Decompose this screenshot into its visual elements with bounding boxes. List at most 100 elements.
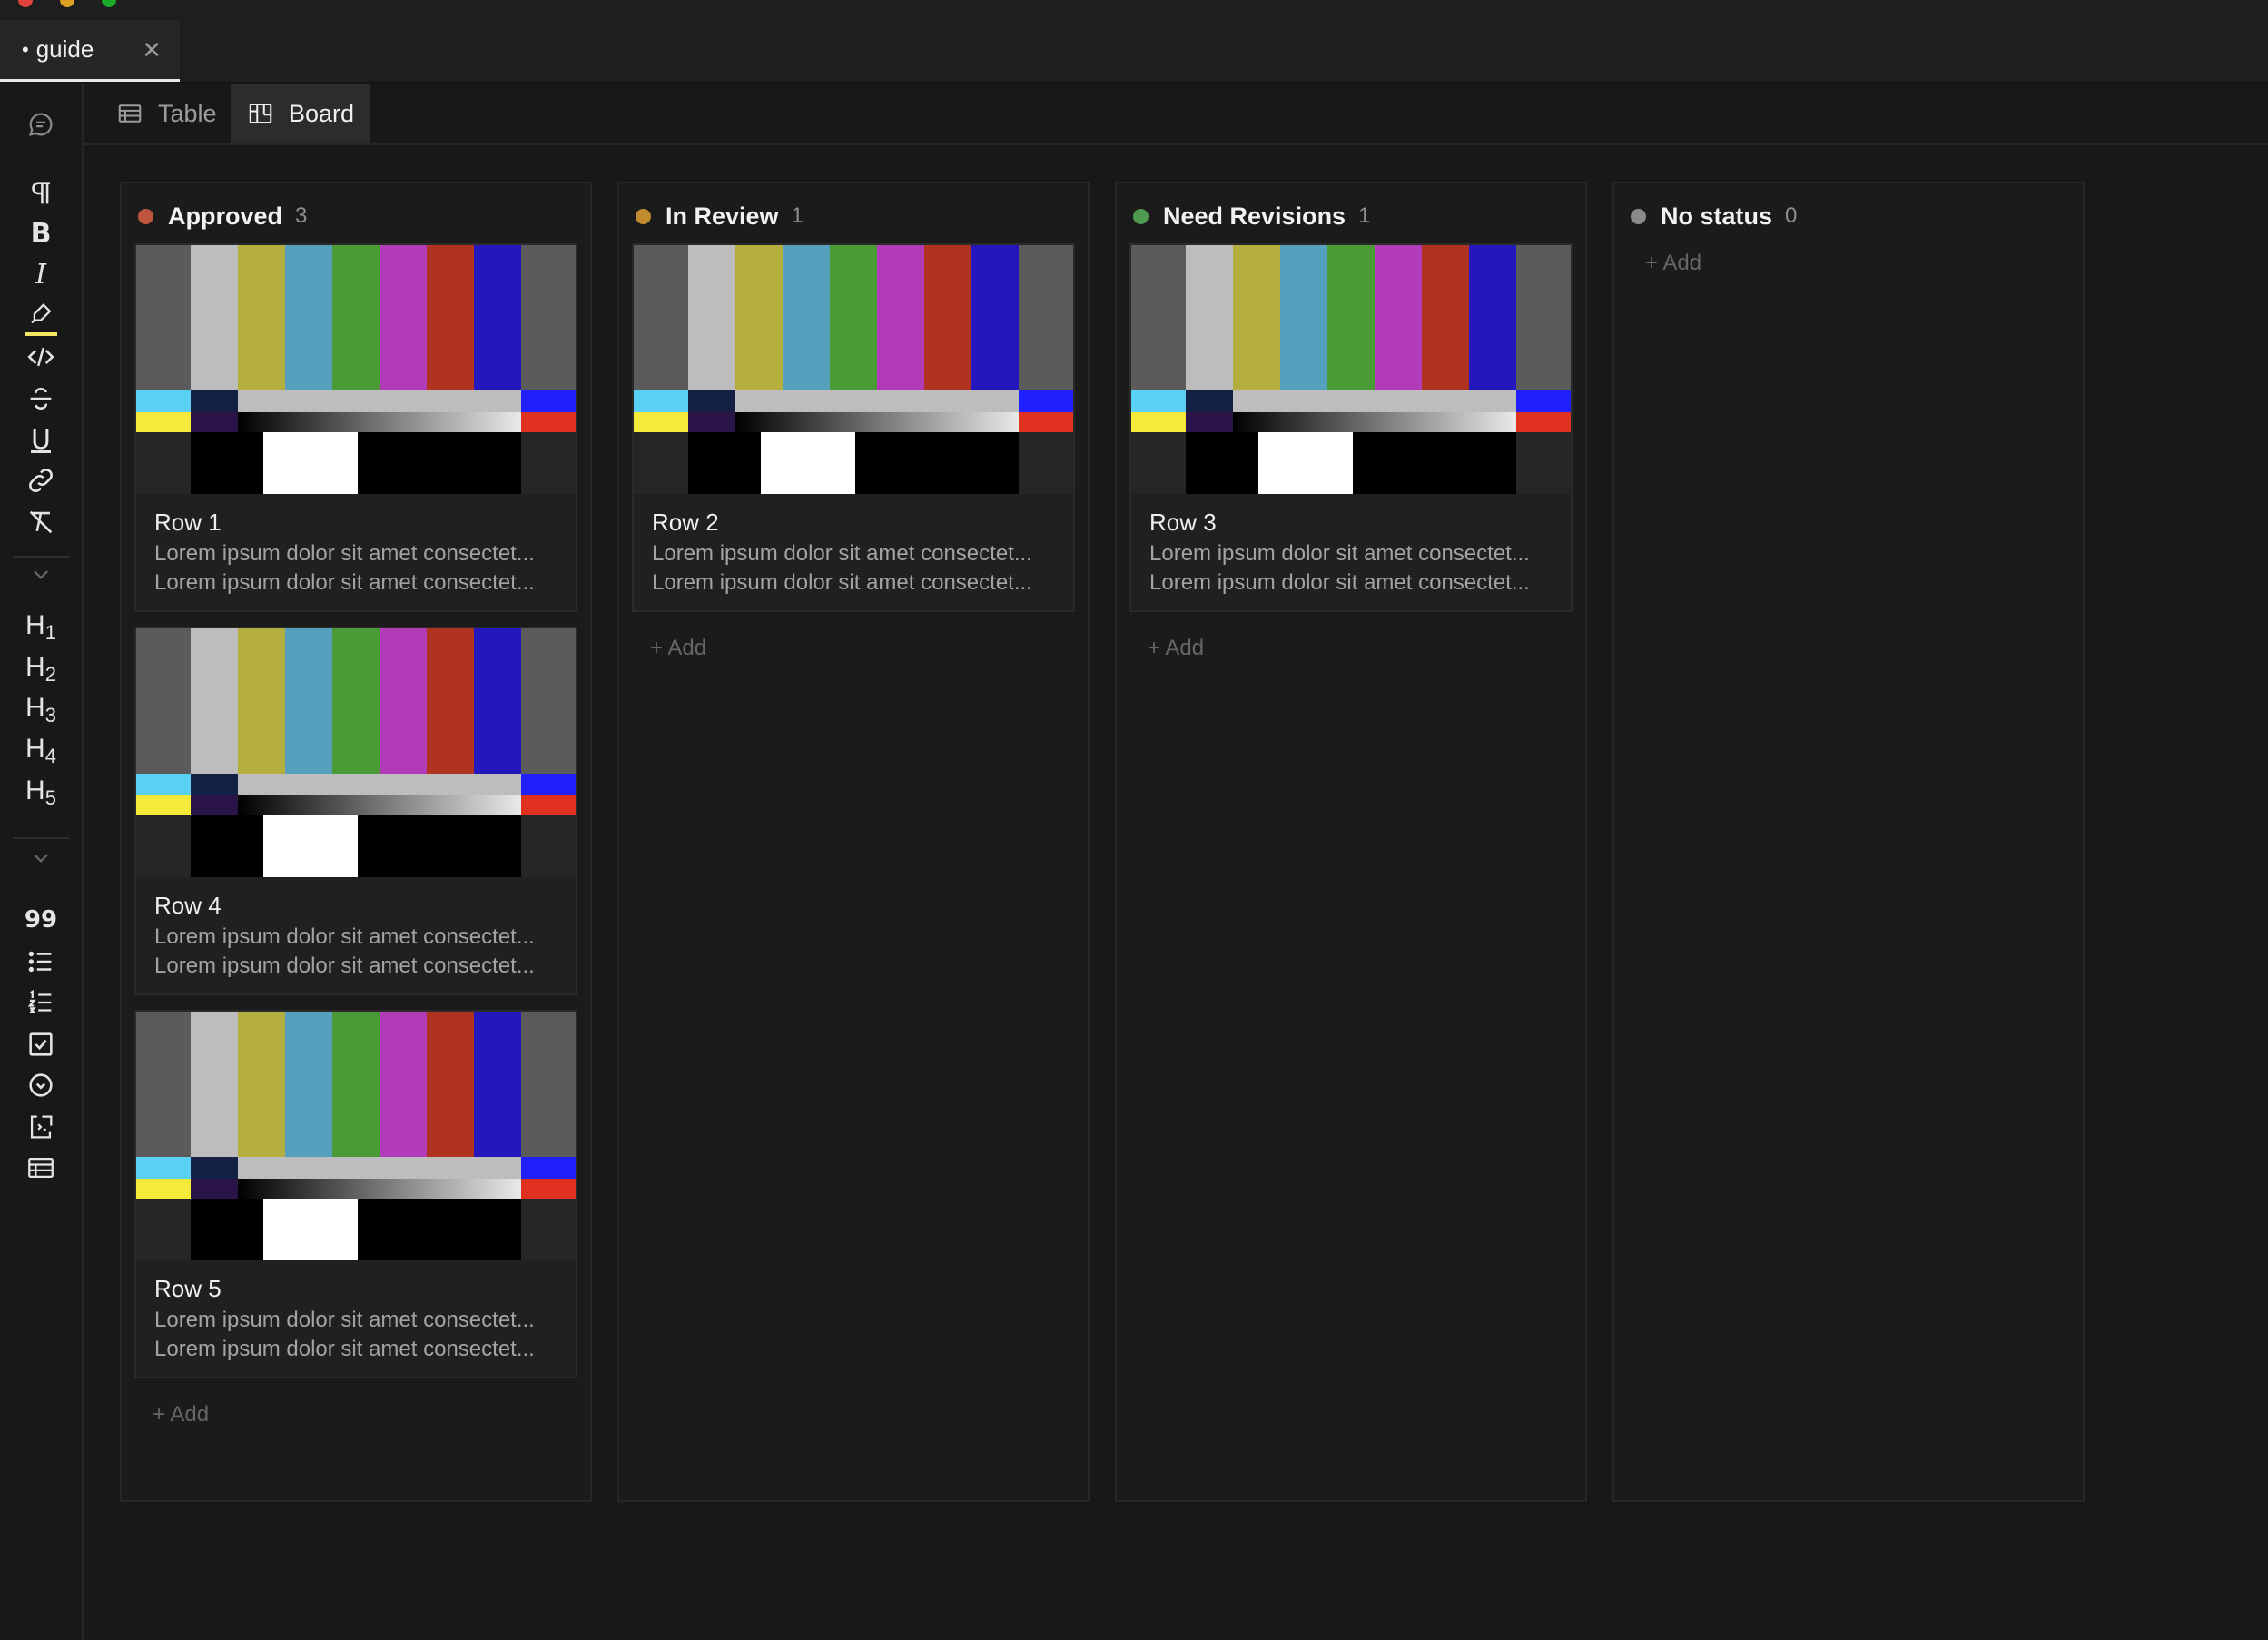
italic-icon: I bbox=[35, 258, 46, 291]
add-card-button[interactable]: + Add bbox=[1148, 636, 1204, 661]
card-cover-image bbox=[136, 628, 576, 877]
highlight-button[interactable] bbox=[0, 292, 82, 338]
color-bar bbox=[474, 245, 521, 390]
board-card[interactable]: Row 1 Lorem ipsum dolor sit amet consect… bbox=[134, 243, 577, 612]
tab-table-label: Table bbox=[158, 99, 217, 127]
board-card[interactable]: Row 5 Lorem ipsum dolor sit amet consect… bbox=[134, 1010, 577, 1378]
color-bar bbox=[1516, 245, 1571, 390]
color-bar bbox=[427, 1012, 474, 1157]
color-bar bbox=[136, 245, 191, 390]
comment-icon bbox=[29, 113, 53, 136]
board-card[interactable]: Row 4 Lorem ipsum dolor sit amet consect… bbox=[134, 627, 577, 995]
board-card[interactable]: Row 3 Lorem ipsum dolor sit amet consect… bbox=[1129, 243, 1573, 612]
heading-4-icon: H4 bbox=[25, 734, 56, 767]
strikethrough-icon bbox=[30, 388, 52, 410]
status-dot bbox=[1133, 208, 1149, 224]
add-card-button[interactable]: + Add bbox=[153, 1402, 209, 1428]
underline-button[interactable]: U bbox=[0, 417, 82, 462]
toggle-button[interactable] bbox=[0, 1062, 82, 1108]
card-cover-image bbox=[634, 245, 1073, 494]
card-text-line: Lorem ipsum dolor sit amet consectet... bbox=[154, 1308, 535, 1332]
bullet-list-button[interactable] bbox=[0, 939, 82, 984]
maximize-window-dot[interactable] bbox=[102, 0, 116, 7]
quote-button[interactable]: 99 bbox=[0, 897, 82, 943]
column-header[interactable]: Approved 3 bbox=[138, 198, 307, 234]
card-title: Row 5 bbox=[154, 1275, 222, 1302]
close-window-dot[interactable] bbox=[18, 0, 33, 7]
heading-2-icon: H2 bbox=[25, 652, 56, 686]
color-bar bbox=[285, 245, 332, 390]
heading-5-button[interactable]: H5 bbox=[0, 770, 82, 815]
color-bar bbox=[1375, 245, 1422, 390]
table-icon bbox=[118, 104, 142, 123]
heading-3-icon: H3 bbox=[25, 693, 56, 726]
color-bar bbox=[427, 628, 474, 774]
color-bar bbox=[238, 628, 285, 774]
column-header[interactable]: Need Revisions 1 bbox=[1133, 198, 1370, 234]
color-bars-pattern bbox=[136, 1012, 576, 1260]
chevron-down-icon bbox=[34, 854, 48, 863]
numbered-list-button[interactable] bbox=[0, 980, 82, 1025]
toggle-icon bbox=[29, 1073, 53, 1097]
collapse-blocks-button[interactable] bbox=[0, 839, 82, 875]
collapse-headings-button[interactable] bbox=[0, 556, 82, 592]
table-button[interactable] bbox=[0, 1145, 82, 1190]
board-card[interactable]: Row 2 Lorem ipsum dolor sit amet consect… bbox=[632, 243, 1075, 612]
link-button[interactable] bbox=[0, 458, 82, 503]
color-bars-pattern bbox=[136, 628, 576, 877]
board-column-approved: Approved 3 Row 1 Lorem ipsum dolor sit a… bbox=[120, 182, 592, 1502]
tab-table[interactable]: Table bbox=[100, 84, 233, 143]
bold-icon: B bbox=[30, 217, 52, 250]
clear-format-button[interactable] bbox=[0, 499, 82, 545]
color-bar bbox=[1186, 245, 1233, 390]
color-bar bbox=[521, 1012, 576, 1157]
card-cover-image bbox=[136, 1012, 576, 1260]
tab-board[interactable]: Board bbox=[231, 84, 371, 143]
color-bar bbox=[971, 245, 1019, 390]
color-bar bbox=[191, 1012, 238, 1157]
card-text-line: Lorem ipsum dolor sit amet consectet... bbox=[154, 570, 535, 595]
link-icon bbox=[29, 469, 53, 492]
color-bar bbox=[332, 628, 380, 774]
card-text-line: Lorem ipsum dolor sit amet consectet... bbox=[154, 1337, 535, 1361]
italic-button[interactable]: I bbox=[0, 252, 82, 297]
strikethrough-button[interactable] bbox=[0, 376, 82, 421]
card-cover-image bbox=[1131, 245, 1571, 494]
column-title: Approved bbox=[168, 202, 283, 230]
card-title: Row 2 bbox=[652, 509, 719, 536]
paragraph-icon bbox=[32, 182, 50, 204]
color-bar bbox=[1019, 245, 1073, 390]
column-count: 0 bbox=[1785, 203, 1798, 228]
tab-board-label: Board bbox=[289, 99, 355, 127]
heading-1-button[interactable]: H1 bbox=[0, 605, 82, 650]
card-text-line: Lorem ipsum dolor sit amet consectet... bbox=[652, 570, 1032, 595]
close-tab-icon[interactable]: ✕ bbox=[142, 36, 162, 64]
code-button[interactable] bbox=[0, 334, 82, 380]
card-text-line: Lorem ipsum dolor sit amet consectet... bbox=[1149, 570, 1530, 595]
file-tab[interactable]: • guide ✕ bbox=[0, 20, 180, 82]
minimize-window-dot[interactable] bbox=[60, 0, 74, 7]
heading-4-button[interactable]: H4 bbox=[0, 728, 82, 774]
paragraph-button[interactable] bbox=[0, 171, 82, 216]
color-bar bbox=[688, 245, 735, 390]
color-bar bbox=[332, 245, 380, 390]
color-bar bbox=[238, 1012, 285, 1157]
color-bar bbox=[634, 245, 688, 390]
embed-button[interactable] bbox=[0, 1104, 82, 1150]
add-card-button[interactable]: + Add bbox=[1645, 251, 1701, 276]
column-title: No status bbox=[1661, 202, 1773, 230]
heading-2-button[interactable]: H2 bbox=[0, 647, 82, 692]
clear-format-icon bbox=[29, 510, 53, 534]
column-count: 1 bbox=[1358, 203, 1371, 228]
column-header[interactable]: In Review 1 bbox=[636, 198, 804, 234]
heading-3-button[interactable]: H3 bbox=[0, 687, 82, 733]
numbered-list-icon bbox=[27, 989, 52, 1013]
column-header[interactable]: No status 0 bbox=[1631, 198, 1797, 234]
comment-button[interactable] bbox=[0, 102, 82, 147]
bold-button[interactable]: B bbox=[0, 211, 82, 256]
checklist-button[interactable] bbox=[0, 1022, 82, 1067]
unsaved-indicator: • bbox=[22, 37, 29, 61]
window-controls[interactable] bbox=[18, 0, 143, 12]
card-text-line: Lorem ipsum dolor sit amet consectet... bbox=[154, 924, 535, 949]
add-card-button[interactable]: + Add bbox=[650, 636, 706, 661]
